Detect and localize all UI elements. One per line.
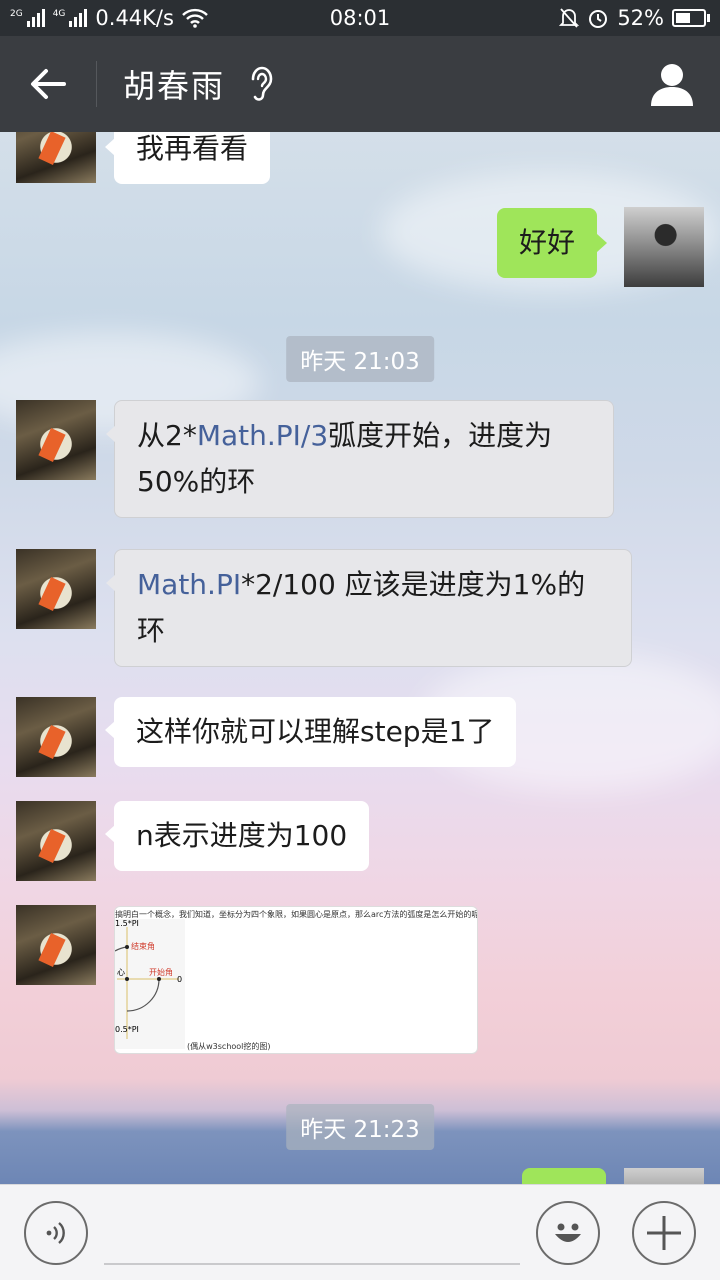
message-bubble[interactable]: n表示进度为100 xyxy=(104,801,370,871)
voice-input-button[interactable] xyxy=(24,1201,88,1265)
message-bubble[interactable]: 我再看看 xyxy=(104,132,271,184)
status-left: 2G 4G 0.44K/s xyxy=(10,6,208,30)
contact-avatar[interactable] xyxy=(16,132,96,183)
earpiece-mode-button[interactable] xyxy=(247,64,277,104)
label-0-5pi: 0.5*PI xyxy=(115,1025,139,1034)
my-message-bubble[interactable]: 好好 xyxy=(497,208,608,278)
chat-title: 胡春雨 xyxy=(123,67,226,105)
message-bubble[interactable]: 从2*Math.PI/3弧度开始，进度为50%的环 xyxy=(106,400,614,518)
battery-percent: 52% xyxy=(617,6,664,30)
chat-header: 胡春雨 xyxy=(0,36,720,132)
arc-diagram xyxy=(115,919,185,1049)
label-start-angle: 开始角 xyxy=(149,968,173,977)
mute-icon xyxy=(559,8,580,28)
input-bar xyxy=(0,1184,720,1280)
signal-icon: 2G xyxy=(10,9,45,27)
contact-avatar[interactable] xyxy=(16,697,96,777)
message-text: 好好 xyxy=(519,226,576,259)
contact-avatar[interactable] xyxy=(16,549,96,629)
network-speed: 0.44K/s xyxy=(95,6,174,30)
message-link[interactable]: Math.PI xyxy=(137,568,241,601)
my-avatar[interactable] xyxy=(624,207,704,287)
network-type-label: 4G xyxy=(52,9,66,19)
header-divider xyxy=(96,61,97,107)
network-type-label: 2G xyxy=(10,9,23,19)
alarm-icon xyxy=(589,10,608,28)
my-message-bubble[interactable] xyxy=(522,1168,606,1184)
image-message[interactable]: 搞明白一个概念，我们知道，坐标分为四个象限，如果圆心是原点，那么arc方法的弧度… xyxy=(114,906,478,1054)
label-end-angle: 结束角 xyxy=(131,942,155,951)
label-zero: 0 xyxy=(177,975,183,984)
label-1-5pi: 1.5*PI xyxy=(115,919,139,928)
message-text: 这样你就可以理解step是1了 xyxy=(136,715,495,748)
plus-icon xyxy=(647,1216,681,1250)
battery-fill xyxy=(676,13,690,23)
battery-icon xyxy=(672,9,710,27)
emoji-button[interactable] xyxy=(536,1201,600,1265)
status-right: 52% xyxy=(559,6,710,30)
message-bubble[interactable]: Math.PI*2/100 应该是进度为1%的环 xyxy=(106,549,632,667)
earpiece-icon xyxy=(251,66,273,101)
emoji-icon xyxy=(555,1223,581,1242)
more-options-button[interactable] xyxy=(632,1201,696,1265)
message-bubble[interactable]: 这样你就可以理解step是1了 xyxy=(104,697,517,767)
voice-icon xyxy=(46,1222,65,1244)
message-link[interactable]: Math.PI/3 xyxy=(197,419,328,452)
chat-messages[interactable]: 我再看看 好好 昨天 21:03 从2*Math.PI/3弧度开始，进度为50%… xyxy=(0,132,720,1184)
contact-avatar[interactable] xyxy=(16,905,96,985)
my-avatar[interactable] xyxy=(624,1168,704,1184)
image-caption-bottom: (偶从w3school挖的图) xyxy=(187,1042,271,1051)
wifi-icon xyxy=(182,8,208,28)
message-input[interactable] xyxy=(104,1263,520,1265)
message-text: 我再看看 xyxy=(136,132,249,165)
timestamp: 昨天 21:03 xyxy=(286,336,434,382)
person-icon xyxy=(651,64,693,106)
signal-icon: 4G xyxy=(53,9,88,27)
chat-info-button[interactable] xyxy=(648,60,696,108)
contact-avatar[interactable] xyxy=(16,400,96,480)
arrow-left-icon xyxy=(31,69,66,99)
label-center: 心 xyxy=(117,968,125,977)
message-text: n表示进度为100 xyxy=(136,819,348,852)
timestamp: 昨天 21:23 xyxy=(286,1104,434,1150)
status-bar: 2G 4G 0.44K/s 08:01 52% xyxy=(0,0,720,36)
contact-avatar[interactable] xyxy=(16,801,96,881)
back-button[interactable] xyxy=(0,36,96,132)
message-text: 从2* xyxy=(137,419,197,452)
